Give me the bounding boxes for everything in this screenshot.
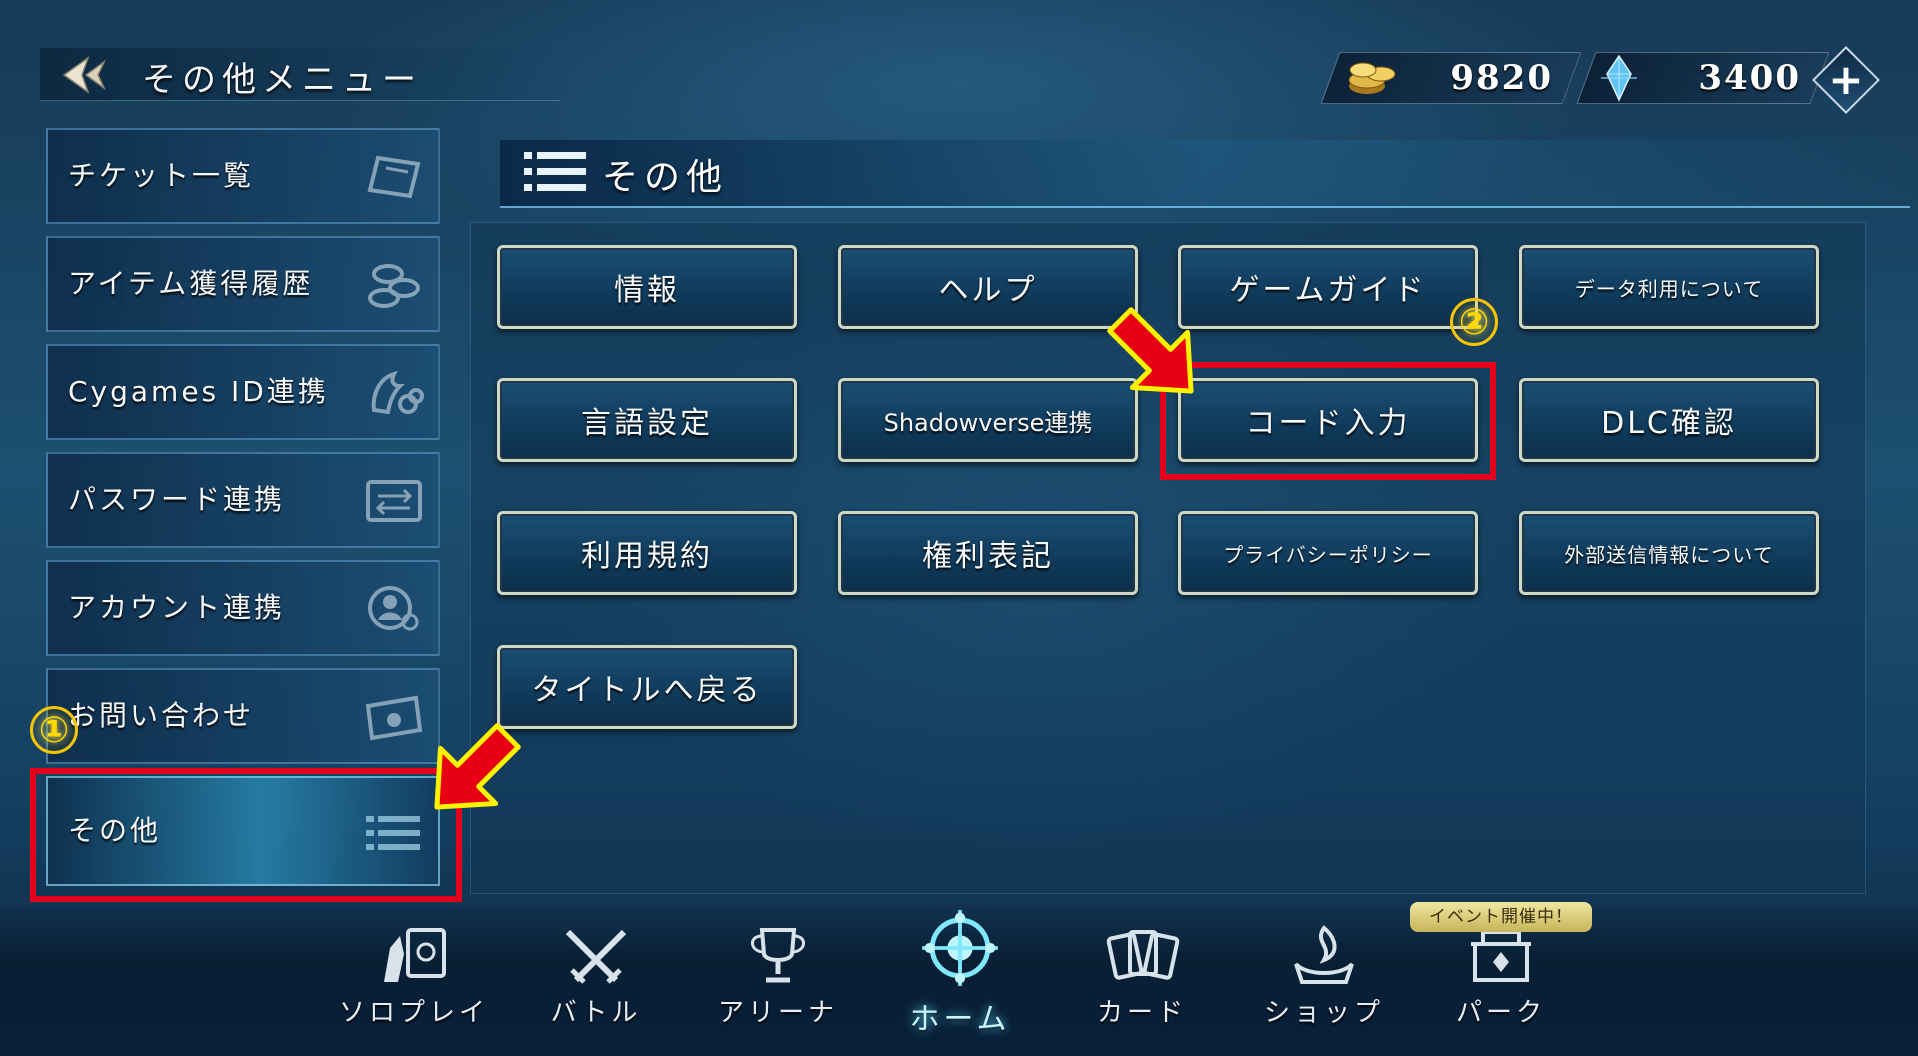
highlight-code-input [1160,362,1496,480]
nav-solo-play[interactable]: ソロプレイ [329,924,499,1029]
park-icon [1471,930,1531,982]
external-transmission-button[interactable]: 外部送信情報について [1519,511,1819,595]
crystal-icon [1601,54,1637,102]
sidebar-item-password[interactable]: パスワード連携 [46,452,440,548]
gold-amount: 9820 [1450,58,1553,98]
step-2-badge: ② [1450,298,1498,346]
nav-shop[interactable]: ショップ [1239,924,1409,1029]
nav-label: アリーナ [717,998,838,1028]
home-emblem-icon [922,910,998,986]
arrow-to-other-icon [434,723,521,810]
cygames-link-icon [371,370,424,415]
plus-icon: + [1828,55,1864,104]
nav-card[interactable]: カード [1057,924,1227,1029]
nav-label: ホーム [909,1002,1011,1037]
page-title: その他メニュー [142,60,422,100]
event-badge: イベント開催中！ [1410,902,1592,932]
account-link-icon [368,586,419,631]
nav-label: パーク [1455,998,1546,1028]
info-button[interactable]: 情報 [497,245,797,329]
sidebar-item-label: アカウント連携 [68,591,286,624]
data-usage-button[interactable]: データ利用について [1519,245,1819,329]
privacy-policy-button[interactable]: プライバシーポリシー [1178,511,1478,595]
envelope-icon [365,695,423,741]
crystal-amount: 3400 [1698,58,1801,98]
sidebar-item-label: Cygames ID連携 [68,375,329,408]
shop-icon [1294,925,1354,984]
trophy-icon [751,928,805,983]
coins-icon [368,264,420,308]
crossed-swords-icon [565,929,627,984]
terms-button[interactable]: 利用規約 [497,511,797,595]
nav-label: カード [1096,998,1187,1028]
crystal-counter: 3400 [1576,52,1830,104]
rights-notice-button[interactable]: 権利表記 [838,511,1138,595]
arrow-to-code-input-icon [1107,307,1194,394]
menu-list-icon [524,152,586,191]
sidebar-item-account[interactable]: アカウント連携 [46,560,440,656]
solo-play-icon [384,928,446,982]
game-guide-button[interactable]: ゲームガイド [1178,245,1478,329]
nav-arena[interactable]: アリーナ [693,924,863,1029]
dlc-check-button[interactable]: DLC確認 [1519,378,1819,462]
sidebar-item-label: チケット一覧 [68,159,255,192]
nav-battle[interactable]: バトル [511,924,681,1029]
sidebar-item-label: パスワード連携 [68,483,286,516]
highlight-sidebar-other [30,768,462,902]
back-arrow-icon [62,56,106,94]
language-settings-button[interactable]: 言語設定 [497,378,797,462]
cards-icon [1106,930,1180,980]
section-title: その他 [602,157,729,198]
nav-label: ソロプレイ [338,998,489,1028]
shadowverse-link-button[interactable]: Shadowverse連携 [838,378,1138,462]
sidebar-item-contact[interactable]: お問い合わせ [46,668,440,764]
nav-park[interactable]: パーク [1416,924,1586,1029]
help-button[interactable]: ヘルプ [838,245,1138,329]
back-button[interactable] [58,54,114,96]
ticket-icon [367,155,421,199]
nav-label: バトル [550,998,642,1028]
gold-coins-icon [1348,62,1396,94]
step-1-badge: ① [30,706,78,754]
sidebar-item-item-history[interactable]: アイテム獲得履歴 [46,236,440,332]
password-transfer-icon [366,480,422,522]
gold-counter: 9820 [1320,52,1582,104]
sidebar-item-cygames-id[interactable]: Cygames ID連携 [46,344,440,440]
back-to-title-button[interactable]: タイトルへ戻る [497,645,797,729]
nav-home[interactable]: ホーム [875,906,1045,1038]
sidebar-item-label: アイテム獲得履歴 [68,267,314,300]
nav-label: ショップ [1263,998,1384,1028]
sidebar-item-tickets[interactable]: チケット一覧 [46,128,440,224]
sidebar-item-label: お問い合わせ [68,699,255,732]
